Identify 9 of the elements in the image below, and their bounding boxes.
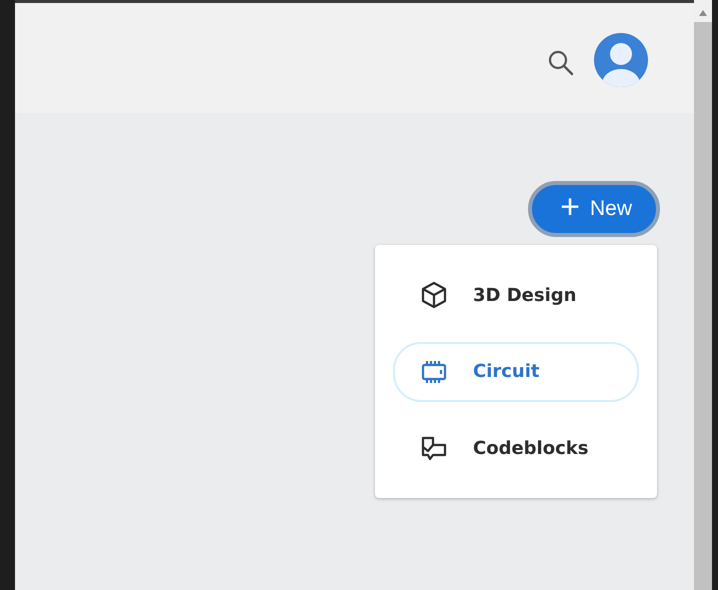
new-button[interactable]: + New bbox=[528, 181, 660, 237]
avatar-icon[interactable] bbox=[593, 32, 649, 88]
scrollbar-thumb[interactable] bbox=[694, 22, 712, 590]
menu-item[interactable]: 3D Design bbox=[393, 265, 639, 325]
scroll-up-icon[interactable] bbox=[699, 10, 707, 16]
menu-item[interactable]: Circuit bbox=[393, 342, 639, 402]
cube-icon bbox=[419, 280, 449, 310]
search-icon[interactable] bbox=[546, 48, 576, 78]
menu-item[interactable]: Codeblocks bbox=[393, 418, 639, 478]
